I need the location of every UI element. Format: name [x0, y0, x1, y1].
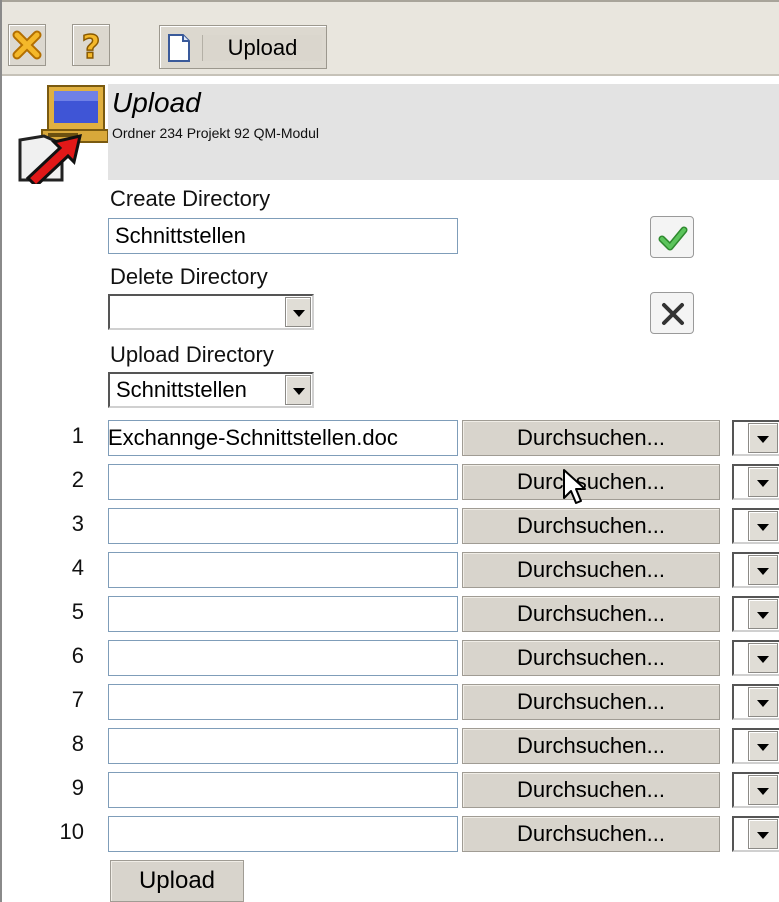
upload-directory-label: Upload Directory — [110, 342, 274, 367]
browse-button[interactable]: Durchsuchen... — [462, 596, 720, 632]
row-number: 3 — [71, 511, 84, 536]
chevron-down-icon[interactable] — [748, 819, 778, 849]
file-input[interactable] — [108, 464, 458, 500]
help-button[interactable]: ? — [72, 24, 110, 66]
file-option-select[interactable] — [732, 596, 779, 632]
browse-button[interactable]: Durchsuchen... — [462, 464, 720, 500]
row-number: 6 — [71, 643, 84, 668]
breadcrumb: Ordner 234 Projekt 92 QM-Modul — [112, 125, 319, 141]
file-input[interactable] — [108, 552, 458, 588]
file-option-select[interactable] — [732, 464, 779, 500]
chevron-down-icon[interactable] — [748, 643, 778, 673]
chevron-down-icon[interactable] — [748, 467, 778, 497]
close-button[interactable] — [8, 24, 46, 66]
file-input[interactable] — [108, 772, 458, 808]
toolbar: ? Upload — [2, 0, 779, 76]
row-number: 7 — [71, 687, 84, 712]
file-option-select[interactable] — [732, 772, 779, 808]
file-input[interactable] — [108, 508, 458, 544]
toolbar-upload-button[interactable]: Upload — [159, 25, 327, 69]
row-number: 5 — [71, 599, 84, 624]
row-number: 4 — [71, 555, 84, 580]
file-option-select[interactable] — [732, 816, 779, 852]
page-title: Upload — [112, 87, 201, 118]
file-input[interactable] — [108, 728, 458, 764]
chevron-down-icon[interactable] — [748, 511, 778, 541]
chevron-down-icon[interactable] — [748, 423, 778, 453]
delete-directory-button[interactable] — [650, 292, 694, 334]
file-input[interactable] — [108, 640, 458, 676]
row-number: 9 — [71, 775, 84, 800]
browse-button[interactable]: Durchsuchen... — [462, 684, 720, 720]
row-number: 2 — [71, 467, 84, 492]
upload-directory-select[interactable]: Schnittstellen — [108, 372, 314, 408]
browse-button[interactable]: Durchsuchen... — [462, 640, 720, 676]
browse-button[interactable]: Durchsuchen... — [462, 420, 720, 456]
file-option-select[interactable] — [732, 552, 779, 588]
confirm-create-button[interactable] — [650, 216, 694, 258]
chevron-down-icon[interactable] — [285, 297, 311, 327]
upload-submit-button[interactable]: Upload — [110, 860, 244, 902]
row-number: 1 — [71, 423, 84, 448]
row-number: 10 — [59, 819, 84, 844]
file-input[interactable]: Exchannge-Schnittstellen.doc — [108, 420, 458, 456]
create-directory-input[interactable]: Schnittstellen — [108, 218, 458, 254]
chevron-down-icon[interactable] — [748, 599, 778, 629]
file-option-select[interactable] — [732, 640, 779, 676]
chevron-down-icon[interactable] — [285, 375, 311, 405]
chevron-down-icon[interactable] — [748, 687, 778, 717]
document-icon — [166, 33, 192, 68]
chevron-down-icon[interactable] — [748, 731, 778, 761]
browse-button[interactable]: Durchsuchen... — [462, 508, 720, 544]
file-option-select[interactable] — [732, 508, 779, 544]
file-input[interactable] — [108, 684, 458, 720]
browse-button[interactable]: Durchsuchen... — [462, 728, 720, 764]
upload-directory-value: Schnittstellen — [116, 377, 247, 402]
row-number: 8 — [71, 731, 84, 756]
file-option-select[interactable] — [732, 728, 779, 764]
upload-computer-icon — [14, 84, 109, 189]
delete-directory-select[interactable] — [108, 294, 314, 330]
delete-directory-label: Delete Directory — [110, 264, 268, 289]
file-input[interactable] — [108, 596, 458, 632]
svg-text:?: ? — [82, 29, 101, 61]
create-directory-label: Create Directory — [110, 186, 271, 211]
chevron-down-icon[interactable] — [748, 555, 778, 585]
file-input[interactable] — [108, 816, 458, 852]
browse-button[interactable]: Durchsuchen... — [462, 552, 720, 588]
file-option-select[interactable] — [732, 420, 779, 456]
file-option-select[interactable] — [732, 684, 779, 720]
chevron-down-icon[interactable] — [748, 775, 778, 805]
browse-button[interactable]: Durchsuchen... — [462, 772, 720, 808]
toolbar-upload-label: Upload — [202, 35, 322, 61]
browse-button[interactable]: Durchsuchen... — [462, 816, 720, 852]
